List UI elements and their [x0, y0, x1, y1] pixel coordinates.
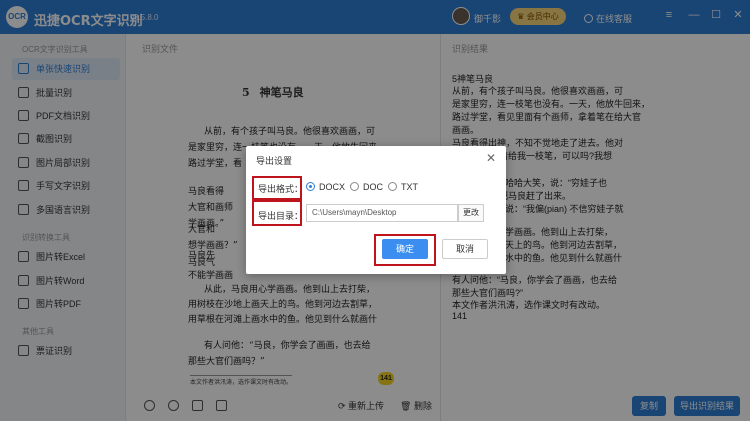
- highlight-confirm-button: [374, 234, 436, 266]
- radio-icon: [306, 182, 315, 191]
- format-radio-docx[interactable]: DOCX: [306, 182, 345, 192]
- dialog-close-icon[interactable]: ✕: [486, 151, 496, 165]
- highlight-dir-label: [252, 200, 302, 226]
- format-option-label: DOC: [363, 182, 383, 192]
- radio-icon: [388, 182, 397, 191]
- format-radio-txt[interactable]: TXT: [388, 182, 418, 192]
- cancel-button[interactable]: 取消: [442, 239, 488, 259]
- change-dir-button[interactable]: 更改: [458, 204, 484, 222]
- format-radio-doc[interactable]: DOC: [350, 182, 383, 192]
- dialog-title: 导出设置: [256, 156, 293, 166]
- radio-icon: [350, 182, 359, 191]
- format-option-label: TXT: [401, 182, 418, 192]
- export-dir-input[interactable]: C:\Users\mayn\Desktop: [306, 204, 458, 222]
- format-option-label: DOCX: [319, 182, 346, 192]
- highlight-format-label: [252, 176, 302, 200]
